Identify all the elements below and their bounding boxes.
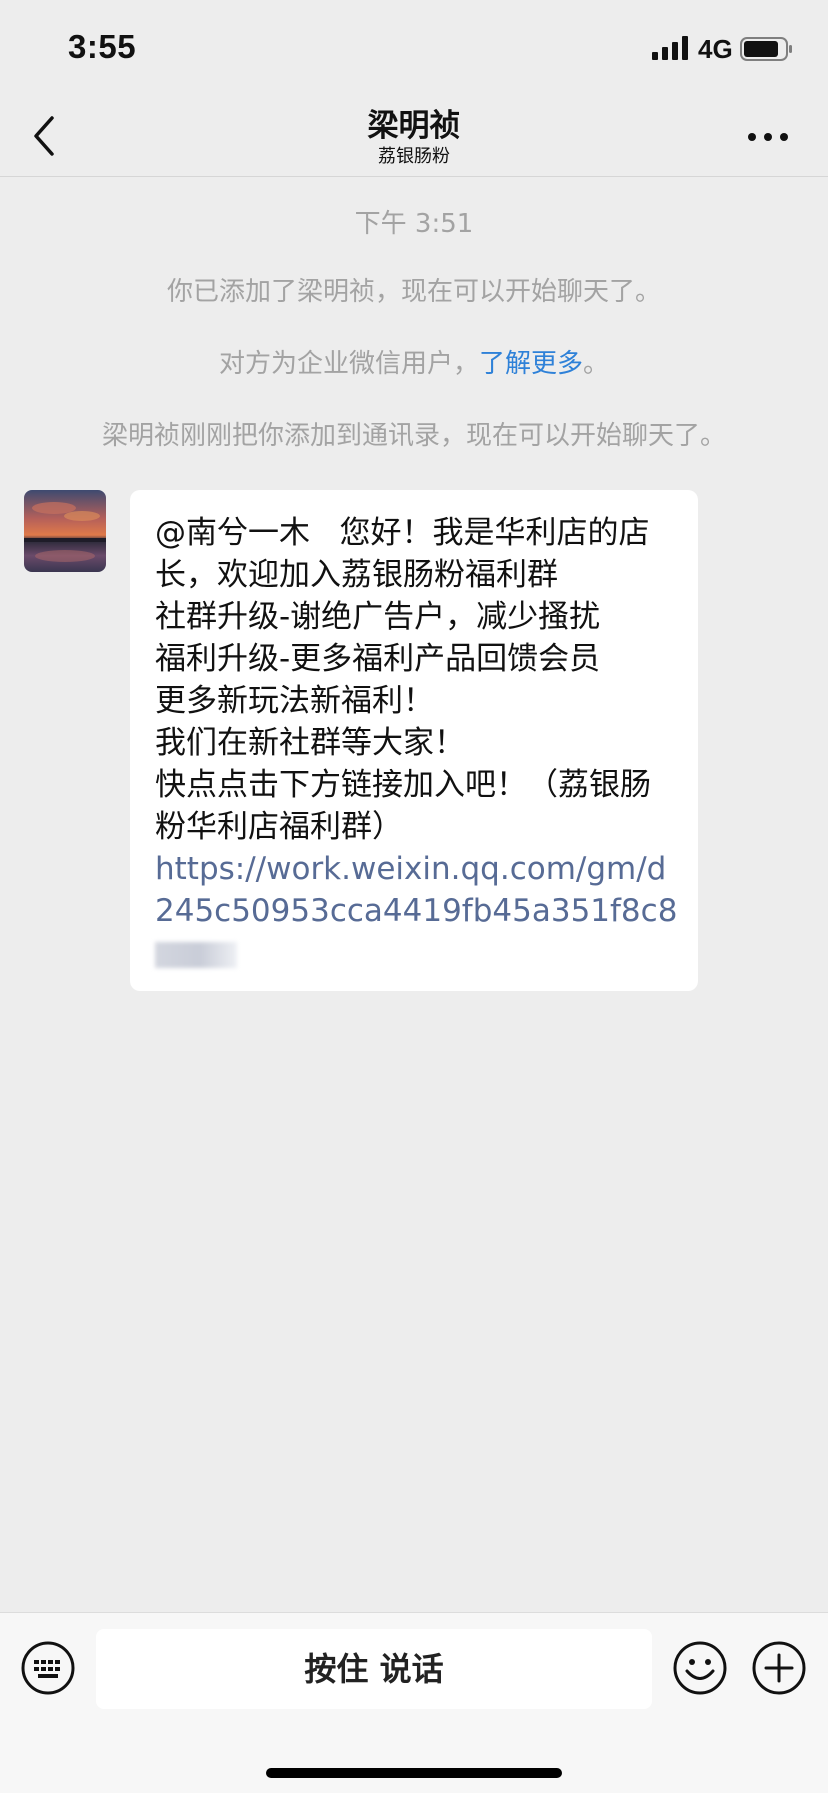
sunset-photo-avatar [24,490,106,572]
hold-to-talk-button[interactable]: 按住 说话 [96,1629,652,1709]
chat-header: 梁明祯 荔银肠粉 [0,100,828,177]
chat-subtitle: 荔银肠粉 [378,146,450,167]
emoji-icon[interactable] [672,1640,728,1696]
added-contact-notice: 你已添加了梁明祯，现在可以开始聊天了。 [166,277,661,307]
message-text: @南兮一木 您好！我是华利店的店长，欢迎加入荔银肠粉福利群 社群升级-谢绝广告户… [155,515,651,845]
contact-added-notice: 梁明祯刚刚把你添加到通讯录，现在可以开始聊天了。 [101,421,726,451]
enterprise-notice-suffix: 。 [583,349,610,379]
plus-icon[interactable] [751,1640,807,1696]
enterprise-notice-text: 对方为企业微信用户， [218,349,479,379]
home-indicator [266,1768,562,1778]
signal-strength-icon [652,36,688,60]
keyboard-icon[interactable] [20,1640,76,1696]
redacted-text [155,942,237,968]
chat-input-bar: 按住 说话 [0,1612,828,1793]
more-options-icon[interactable] [744,122,792,152]
enterprise-user-notice: 对方为企业微信用户，了解更多。 [0,343,828,380]
status-time: 3:55 [68,28,137,65]
message-timestamp: 下午 3:51 [354,209,474,239]
chat-title: 梁明祯 [367,108,461,144]
sender-avatar[interactable] [24,490,106,572]
status-bar: 3:55 4G [0,0,828,100]
battery-icon [740,37,792,61]
message-bubble[interactable]: @南兮一木 您好！我是华利店的店长，欢迎加入荔银肠粉福利群 社群升级-谢绝广告户… [130,490,698,991]
learn-more-link[interactable]: 了解更多 [479,349,583,379]
network-type: 4G [698,34,733,64]
group-invite-link[interactable]: https://work.weixin.qq.com/gm/d245c50953… [155,848,678,932]
